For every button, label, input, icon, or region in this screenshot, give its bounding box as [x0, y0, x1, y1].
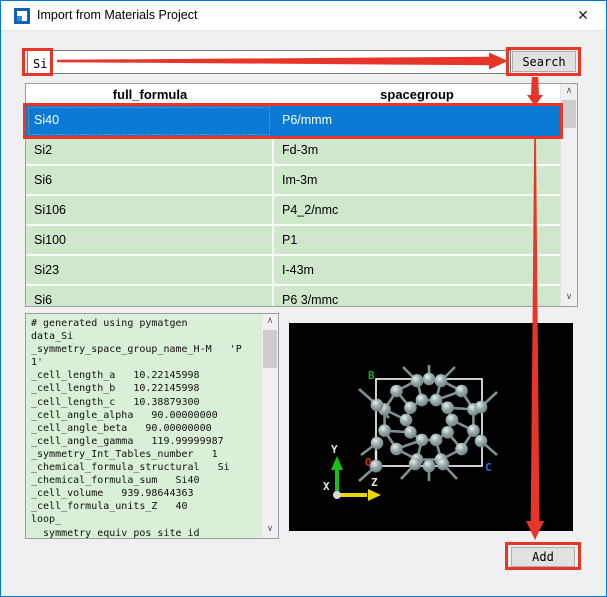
scroll-down-icon[interactable]: ∨ — [262, 522, 278, 538]
table-body: Si40P6/mmmSi2Fd-3mSi6Im-3mSi106P4_2/nmcS… — [26, 106, 560, 307]
cell-full-formula: Si2 — [26, 136, 274, 166]
cell-spacegroup: P6 3/mmc — [274, 286, 560, 307]
si-atom — [390, 385, 403, 398]
cif-scrollbar-thumb[interactable] — [263, 330, 277, 368]
table-row[interactable]: Si6Im-3m — [26, 166, 560, 196]
table-row[interactable]: Si2Fd-3m — [26, 136, 560, 166]
si-atom — [404, 401, 417, 414]
cell-spacegroup: P1 — [274, 226, 560, 256]
cell-full-formula: Si100 — [26, 226, 274, 256]
scroll-up-icon[interactable]: ∧ — [561, 84, 577, 100]
structure-viewer[interactable]: B O C Y Z X — [289, 323, 573, 531]
si-atom — [441, 401, 454, 414]
si-atom — [475, 401, 488, 414]
results-table: full_formula spacegroup Si40P6/mmmSi2Fd-… — [25, 83, 578, 307]
table-scrollbar[interactable]: ∧ ∨ — [560, 84, 577, 306]
cif-scrollbar[interactable]: ∧ ∨ — [261, 314, 278, 538]
cell-spacegroup: Im-3m — [274, 166, 560, 196]
si-atom — [400, 414, 413, 427]
cell-spacegroup: P6/mmm — [274, 106, 560, 136]
column-header-full-formula[interactable]: full_formula — [26, 84, 274, 105]
cell-full-formula: Si23 — [26, 256, 274, 286]
add-button[interactable]: Add — [511, 547, 575, 567]
si-atom — [423, 460, 436, 473]
cell-full-formula: Si106 — [26, 196, 274, 226]
cell-spacegroup: Fd-3m — [274, 136, 560, 166]
table-row[interactable]: Si23I-43m — [26, 256, 560, 286]
si-atom — [441, 426, 454, 439]
si-atom — [390, 443, 403, 456]
table-scrollbar-thumb[interactable] — [562, 100, 576, 128]
cell-full-formula: Si40 — [26, 106, 274, 136]
si-atom — [416, 434, 429, 447]
axis-label-y: Y — [331, 443, 338, 456]
table-header: full_formula spacegroup — [26, 84, 560, 106]
si-atom — [409, 458, 422, 471]
scroll-up-icon[interactable]: ∧ — [262, 314, 278, 330]
cell-spacegroup: P4_2/nmc — [274, 196, 560, 226]
si-atom — [455, 385, 468, 398]
si-atom — [423, 373, 436, 386]
search-input[interactable] — [27, 50, 511, 74]
axis-label-x: X — [323, 480, 330, 493]
cell-corner-label-b: B — [368, 369, 375, 382]
si-atom — [378, 424, 391, 437]
column-header-spacegroup[interactable]: spacegroup — [274, 84, 560, 105]
si-atom — [475, 435, 488, 448]
app-icon — [14, 8, 30, 24]
si-atom — [467, 424, 480, 437]
cell-corner-label-o: O — [365, 456, 372, 469]
si-atom — [371, 399, 384, 412]
si-atom — [446, 414, 459, 427]
import-dialog-window: Import from Materials Project ✕ Search f… — [0, 0, 607, 597]
table-row[interactable]: Si106P4_2/nmc — [26, 196, 560, 226]
si-atom — [371, 437, 384, 450]
si-atom — [430, 394, 443, 407]
si-atom — [404, 426, 417, 439]
axis-label-z: Z — [371, 476, 378, 489]
si-atom — [437, 458, 450, 471]
table-row[interactable]: Si6P6 3/mmc — [26, 286, 560, 307]
search-button[interactable]: Search — [512, 51, 576, 72]
si-atom — [416, 394, 429, 407]
si-atom — [455, 443, 468, 456]
title-bar: Import from Materials Project ✕ — [1, 1, 606, 31]
table-row[interactable]: Si40P6/mmm — [26, 106, 560, 136]
close-icon[interactable]: ✕ — [564, 1, 602, 30]
si-atom — [435, 375, 448, 388]
cell-full-formula: Si6 — [26, 166, 274, 196]
cif-text[interactable]: # generated using pymatgen data_Si _symm… — [26, 314, 261, 538]
si-atom — [411, 375, 424, 388]
cell-corner-label-c: C — [485, 461, 492, 474]
scroll-down-icon[interactable]: ∨ — [561, 290, 577, 306]
cell-spacegroup: I-43m — [274, 256, 560, 286]
si-atom — [430, 434, 443, 447]
cif-panel: # generated using pymatgen data_Si _symm… — [25, 313, 279, 539]
table-row[interactable]: Si100P1 — [26, 226, 560, 256]
cell-full-formula: Si6 — [26, 286, 274, 307]
window-title: Import from Materials Project — [37, 8, 197, 22]
